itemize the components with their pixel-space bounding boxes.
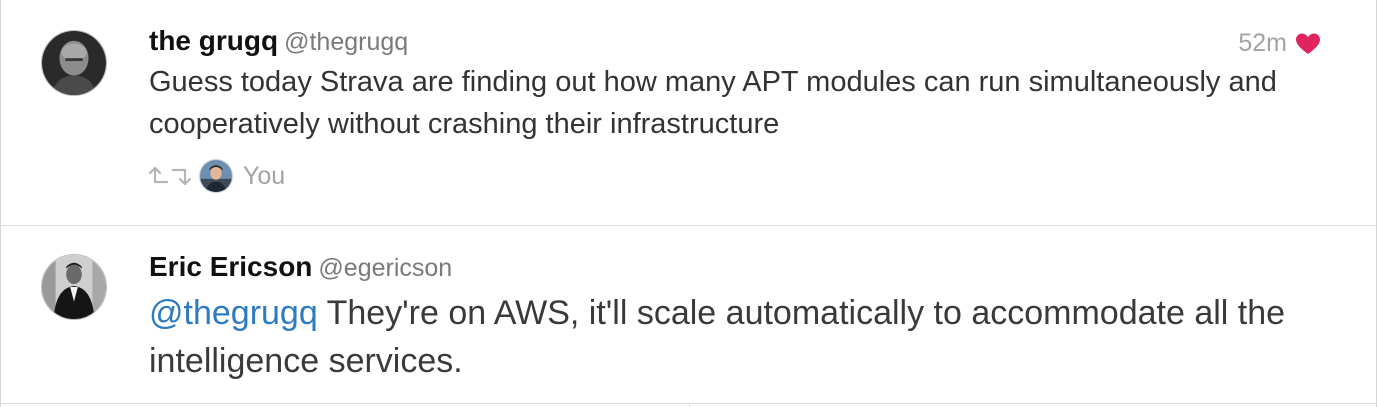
mention-link[interactable]: @thegrugq xyxy=(149,294,318,332)
timestamp: 52m xyxy=(1238,29,1287,57)
retweeted-by-label: You xyxy=(243,161,286,190)
display-name[interactable]: the grugq xyxy=(149,25,278,56)
tweet-text: Guess today Strava are finding out how m… xyxy=(149,66,1277,140)
tweet-header: the grugq @thegrugq xyxy=(149,27,408,55)
timeline: the grugq @thegrugq 52m Guess today Strav… xyxy=(0,0,1377,407)
avatar-ericson-icon xyxy=(42,255,106,319)
avatar-you-icon[interactable] xyxy=(199,159,233,193)
author-avatar[interactable] xyxy=(41,254,107,320)
heart-icon[interactable] xyxy=(1295,32,1321,56)
user-handle[interactable]: @thegrugq xyxy=(284,28,408,56)
tweet-cell[interactable]: the grugq @thegrugq 52m Guess today Strav… xyxy=(1,0,1376,226)
cell-divider-split xyxy=(689,403,690,407)
user-handle[interactable]: @egericson xyxy=(318,254,452,282)
tweet-meta: 52m xyxy=(1238,31,1321,56)
tweet-header: Eric Ericson @egericson xyxy=(149,253,452,281)
tweet-text-body: They're on AWS, it'll scale automaticall… xyxy=(149,294,1286,380)
display-name[interactable]: Eric Ericson xyxy=(149,251,312,282)
avatar-grugq-icon xyxy=(42,31,106,95)
tweet-text: @thegrugq They're on AWS, it'll scale au… xyxy=(149,289,1349,385)
retweet-icon xyxy=(147,163,193,189)
tweet-cell[interactable]: Eric Ericson @egericson @thegrugq They're… xyxy=(1,227,1376,407)
author-avatar[interactable] xyxy=(41,30,107,96)
social-context: You xyxy=(147,159,285,193)
